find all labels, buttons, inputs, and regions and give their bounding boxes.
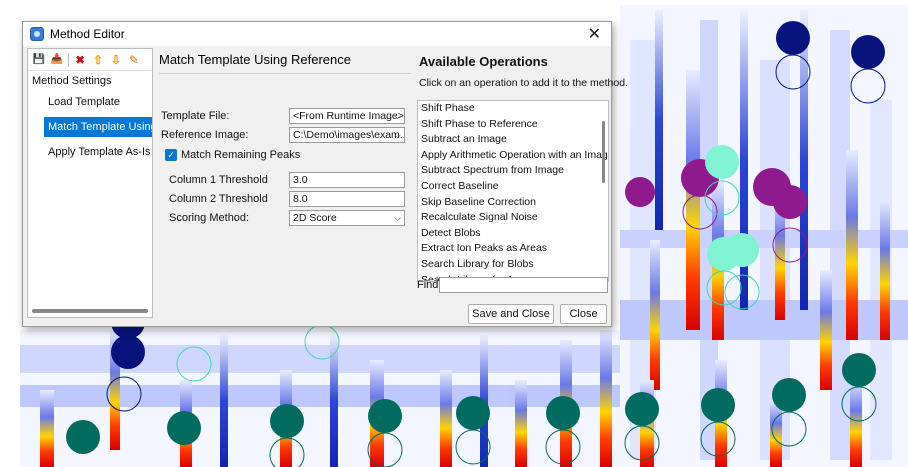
- steps-toolbar: 💾 📥 ✖ ⇧ ⇩ ✎: [28, 49, 152, 71]
- delete-icon[interactable]: ✖: [73, 53, 87, 67]
- reference-image-select[interactable]: C:\Demo\images\exam... ⌵: [289, 127, 405, 143]
- edit-icon[interactable]: ✎: [127, 53, 141, 67]
- operations-list[interactable]: Shift Phase Shift Phase to Reference Subtr…: [417, 100, 609, 282]
- tree-horizontal-scrollbar[interactable]: [32, 309, 148, 313]
- tree-item-load-template[interactable]: Load Template: [28, 92, 152, 112]
- step-title-divider: [159, 73, 411, 74]
- operation-item[interactable]: Skip Baseline Correction: [418, 195, 608, 211]
- move-down-icon[interactable]: ⇩: [109, 53, 123, 67]
- operation-item[interactable]: Shift Phase to Reference: [418, 117, 608, 133]
- operation-item[interactable]: Apply Arithmetic Operation with an Image: [418, 148, 608, 164]
- move-up-icon[interactable]: ⇧: [91, 53, 105, 67]
- col1-threshold-label: Column 1 Threshold: [169, 174, 268, 186]
- col2-threshold-input[interactable]: 8.0: [289, 191, 405, 207]
- chevron-down-icon: ⌵: [394, 130, 401, 140]
- window-title: Method Editor: [50, 27, 125, 41]
- reference-image-label: Reference Image:: [161, 129, 249, 141]
- find-input[interactable]: [439, 277, 608, 293]
- method-editor-dialog: Method Editor ✕ 💾 📥 ✖ ⇧ ⇩ ✎ Method Setti…: [22, 21, 628, 327]
- match-remaining-row: ✓ Match Remaining Peaks: [161, 149, 300, 161]
- template-file-value: <From Runtime Image>: [293, 110, 404, 122]
- operation-item[interactable]: Recalculate Signal Noise: [418, 210, 608, 226]
- operations-scrollbar[interactable]: [602, 121, 605, 183]
- template-file-row: Template File: <From Runtime Image> ⌵: [161, 108, 405, 124]
- operation-item[interactable]: Subtract an Image: [418, 132, 608, 148]
- col1-threshold-row: Column 1 Threshold 3.0: [161, 172, 405, 188]
- toolbar-separator: [68, 52, 69, 67]
- reference-image-row: Reference Image: C:\Demo\images\exam... …: [161, 127, 405, 143]
- operation-item[interactable]: Extract Ion Peaks as Areas: [418, 241, 608, 257]
- operations-title: Available Operations: [419, 54, 548, 69]
- col2-threshold-row: Column 2 Threshold 8.0: [161, 191, 405, 207]
- tree-item-match-template[interactable]: Match Template Using Reference: [44, 117, 152, 137]
- find-label: Find:: [417, 279, 442, 291]
- available-operations-panel: Available Operations Click on an operati…: [417, 48, 628, 288]
- scoring-method-value: 2D Score: [293, 212, 337, 224]
- scoring-method-row: Scoring Method: 2D Score ⌵: [161, 210, 405, 226]
- col1-threshold-input[interactable]: 3.0: [289, 172, 405, 188]
- app-icon: [30, 27, 44, 41]
- operation-item[interactable]: Subtract Spectrum from Image: [418, 163, 608, 179]
- close-button[interactable]: Close: [560, 304, 607, 324]
- step-title: Match Template Using Reference: [159, 52, 351, 67]
- save-and-close-button[interactable]: Save and Close: [468, 304, 554, 324]
- col2-threshold-label: Column 2 Threshold: [169, 193, 268, 205]
- close-window-icon[interactable]: ✕: [588, 24, 601, 44]
- operation-item[interactable]: Search Library for Blobs: [418, 257, 608, 273]
- scoring-method-label: Scoring Method:: [169, 212, 250, 224]
- tree-root-method-settings[interactable]: Method Settings: [32, 75, 152, 87]
- save-icon[interactable]: 💾: [32, 53, 46, 67]
- operations-hint: Click on an operation to add it to the m…: [419, 77, 628, 89]
- operation-item[interactable]: Shift Phase: [418, 101, 608, 117]
- title-bar[interactable]: Method Editor ✕: [23, 22, 611, 46]
- step-settings-panel: Match Template Using Reference Template …: [155, 48, 415, 318]
- chevron-down-icon: ⌵: [394, 111, 401, 121]
- tree-item-apply-template[interactable]: Apply Template As-Is: [28, 142, 152, 162]
- template-file-label: Template File:: [161, 110, 230, 122]
- match-remaining-checkbox[interactable]: ✓: [165, 149, 177, 161]
- match-remaining-label[interactable]: Match Remaining Peaks: [181, 149, 300, 161]
- reference-image-value: C:\Demo\images\exam...: [293, 129, 405, 141]
- method-steps-panel: 💾 📥 ✖ ⇧ ⇩ ✎ Method Settings Load Templat…: [27, 48, 153, 318]
- load-icon[interactable]: 📥: [50, 53, 64, 67]
- operation-item[interactable]: Correct Baseline: [418, 179, 608, 195]
- find-row: Find:: [417, 277, 609, 293]
- chevron-down-icon: ⌵: [394, 213, 401, 223]
- template-file-select[interactable]: <From Runtime Image> ⌵: [289, 108, 405, 124]
- operation-item[interactable]: Detect Blobs: [418, 226, 608, 242]
- scoring-method-select[interactable]: 2D Score ⌵: [289, 210, 405, 226]
